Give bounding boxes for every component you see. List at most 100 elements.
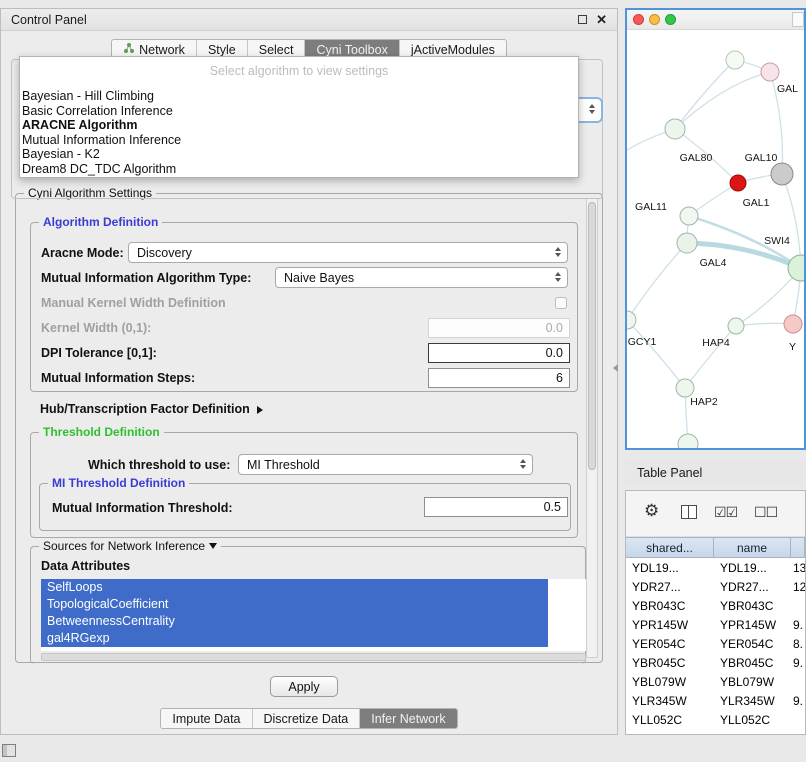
column-header-shared-name[interactable]: shared...: [626, 537, 714, 558]
column-header-partial[interactable]: [791, 537, 805, 558]
network-edge[interactable]: [627, 320, 685, 388]
splitter-collapse-icon[interactable]: [613, 364, 618, 372]
network-node[interactable]: [726, 51, 744, 69]
tab-impute-data[interactable]: Impute Data: [161, 709, 251, 728]
dpi-tolerance-field[interactable]: 0.0: [428, 343, 570, 363]
tab-discretize-data[interactable]: Discretize Data: [252, 709, 360, 728]
algorithm-option[interactable]: ARACNE Algorithm: [20, 118, 578, 133]
sources-group: Sources for Network Inference Data Attri…: [30, 546, 586, 664]
columns-icon[interactable]: [681, 505, 697, 519]
minimized-panel-icon[interactable]: [2, 744, 16, 757]
field-value: 0.0: [546, 321, 563, 335]
hub-section-toggle[interactable]: Hub/Transcription Factor Definition: [40, 400, 263, 419]
network-edge[interactable]: [675, 60, 735, 129]
which-threshold-label: Which threshold to use:: [88, 456, 230, 475]
mi-type-combobox[interactable]: Naive Bayes: [275, 267, 568, 288]
network-node[interactable]: [665, 119, 685, 139]
network-node[interactable]: [676, 379, 694, 397]
network-canvas[interactable]: GALGAL80GAL10GAL11GAL1SWI4GAL4GCY1HAP4YH…: [627, 30, 804, 448]
mi-steps-label: Mutual Information Steps:: [41, 369, 195, 388]
select-all-checkboxes-icon[interactable]: ☑☑: [714, 501, 737, 523]
tab-label: jActiveModules: [411, 43, 495, 57]
tab-infer-network[interactable]: Infer Network: [359, 709, 456, 728]
mi-threshold-field[interactable]: 0.5: [424, 497, 568, 517]
table-row[interactable]: YDR27...YDR27...12: [626, 577, 805, 596]
cyni-bottom-tabs: Impute Data Discretize Data Infer Networ…: [160, 708, 457, 729]
network-node[interactable]: [678, 434, 698, 448]
algorithm-option[interactable]: Bayesian - Hill Climbing: [20, 89, 578, 104]
mi-type-label: Mutual Information Algorithm Type:: [41, 269, 251, 288]
network-node-label: Y: [789, 341, 796, 353]
mi-threshold-group: MI Threshold Definition Mutual Informati…: [39, 483, 571, 531]
column-header-name[interactable]: name: [714, 537, 791, 558]
window-title: Control Panel: [11, 13, 578, 27]
close-icon[interactable]: ✕: [596, 13, 607, 26]
manual-kernel-checkbox[interactable]: [555, 297, 567, 309]
network-node[interactable]: [788, 255, 804, 281]
tab-label: Cyni Toolbox: [316, 43, 387, 57]
zoom-traffic-light[interactable]: [665, 14, 676, 25]
network-node-label: HAP2: [690, 396, 718, 408]
network-node[interactable]: [730, 175, 746, 191]
table-body: YDL19...YDL19...13YDR27...YDR27...12YBR0…: [626, 558, 805, 729]
kernel-width-field[interactable]: 0.0: [428, 318, 570, 338]
network-edge[interactable]: [782, 174, 801, 268]
deselect-all-checkboxes-icon[interactable]: ☐☐: [754, 501, 777, 523]
network-node[interactable]: [771, 163, 793, 185]
field-value: 6: [556, 371, 563, 385]
mi-steps-field[interactable]: 6: [428, 368, 570, 388]
tab-label: Discretize Data: [264, 712, 349, 726]
scrollbar-thumb[interactable]: [588, 202, 596, 470]
data-attribute-item[interactable]: TopologicalCoefficient: [41, 596, 548, 613]
data-attribute-item[interactable]: gal4RGexp: [41, 630, 548, 647]
sources-group-title[interactable]: Sources for Network Inference: [39, 539, 221, 553]
table-cell: 9.: [791, 691, 805, 710]
network-window-titlebar: [627, 10, 804, 30]
which-threshold-combobox[interactable]: MI Threshold: [238, 454, 533, 475]
network-node[interactable]: [627, 311, 636, 329]
float-window-icon[interactable]: [578, 15, 587, 24]
apply-button-label: Apply: [288, 680, 319, 694]
network-tab-icon: [123, 42, 135, 57]
network-node-label: GAL4: [700, 257, 727, 269]
table-row[interactable]: YLL052CYLL052C: [626, 710, 805, 729]
network-edge[interactable]: [627, 243, 687, 320]
network-node[interactable]: [677, 233, 697, 253]
table-cell: [791, 596, 805, 615]
tab-label: Style: [208, 43, 236, 57]
algorithm-option[interactable]: Bayesian - K2: [20, 147, 578, 162]
table-row[interactable]: YPR145WYPR145W9.: [626, 615, 805, 634]
table-cell: 12: [791, 577, 805, 596]
table-row[interactable]: YER054CYER054C8.: [626, 634, 805, 653]
data-attribute-item[interactable]: BetweennessCentrality: [41, 613, 548, 630]
threshold-definition-group: Threshold Definition Which threshold to …: [30, 432, 578, 538]
apply-button[interactable]: Apply: [270, 676, 338, 697]
list-horizontal-scrollbar[interactable]: [41, 653, 586, 661]
table-row[interactable]: YDL19...YDL19...13: [626, 558, 805, 577]
table-cell: YBR045C: [714, 653, 791, 672]
algorithm-option[interactable]: Basic Correlation Inference: [20, 104, 578, 119]
network-node[interactable]: [761, 63, 779, 81]
algorithm-option[interactable]: Dream8 DC_TDC Algorithm: [20, 162, 578, 177]
combobox-value: MI Threshold: [247, 458, 320, 472]
network-node[interactable]: [728, 318, 744, 334]
combobox-value: Naive Bayes: [284, 271, 354, 285]
table-row[interactable]: YBR045CYBR045C9.: [626, 653, 805, 672]
table-row[interactable]: YBL079WYBL079W: [626, 672, 805, 691]
network-edge[interactable]: [675, 72, 770, 129]
network-node[interactable]: [680, 207, 698, 225]
table-row[interactable]: YBR043CYBR043C: [626, 596, 805, 615]
algorithm-option[interactable]: Mutual Information Inference: [20, 133, 578, 148]
network-node[interactable]: [784, 315, 802, 333]
settings-scrollbar[interactable]: [586, 198, 598, 658]
aracne-mode-combobox[interactable]: Discovery: [128, 242, 568, 263]
table-cell: YLL052C: [626, 710, 714, 729]
gear-icon[interactable]: ⚙: [644, 502, 659, 519]
minimize-traffic-light[interactable]: [649, 14, 660, 25]
close-traffic-light[interactable]: [633, 14, 644, 25]
network-edge[interactable]: [685, 326, 736, 388]
table-row[interactable]: YLR345WYLR345W9.: [626, 691, 805, 710]
data-attribute-item[interactable]: SelfLoops: [41, 579, 548, 596]
algorithm-dropdown-popup: Select algorithm to view settings Bayesi…: [19, 56, 579, 178]
dpi-tolerance-label: DPI Tolerance [0,1]:: [41, 344, 157, 363]
